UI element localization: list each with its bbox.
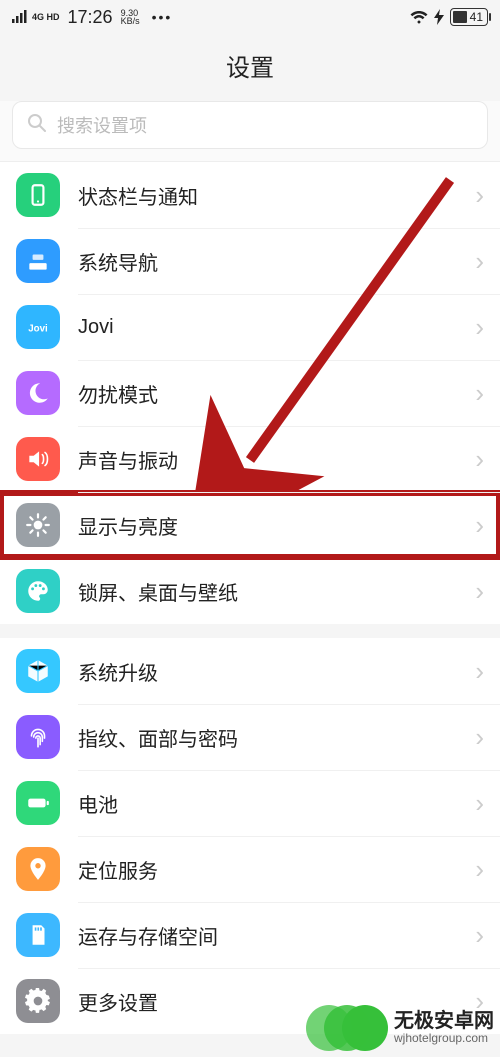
- svg-text:Jovi: Jovi: [28, 323, 48, 334]
- status-bar: 4G HD 17:26 9.30 KB/s ••• 41: [0, 0, 500, 34]
- notify-icon: [16, 173, 60, 217]
- watermark-logo-icon: [342, 1005, 388, 1051]
- row-display[interactable]: 显示与亮度›: [0, 492, 500, 558]
- status-left: 4G HD 17:26 9.30 KB/s •••: [12, 7, 172, 28]
- row-label: 指纹、面部与密码: [78, 723, 475, 752]
- chevron-right-icon: ›: [475, 788, 484, 819]
- chevron-right-icon: ›: [475, 854, 484, 885]
- chevron-right-icon: ›: [475, 180, 484, 211]
- chevron-right-icon: ›: [475, 510, 484, 541]
- row-dnd[interactable]: 勿扰模式›: [0, 360, 500, 426]
- row-upgrade[interactable]: 系统升级›: [0, 638, 500, 704]
- watermark-sub: wjhotelgroup.com: [394, 1032, 494, 1045]
- row-label: 系统导航: [78, 247, 475, 276]
- signal-icon: [12, 9, 28, 26]
- row-nav[interactable]: 系统导航›: [0, 228, 500, 294]
- search-container: 搜索设置项: [0, 101, 500, 162]
- cube-icon: [16, 649, 60, 693]
- watermark: 无极安卓网 wjhotelgroup.com: [342, 1005, 494, 1051]
- row-lock[interactable]: 锁屏、桌面与壁纸›: [0, 558, 500, 624]
- chevron-right-icon: ›: [475, 920, 484, 951]
- row-label: Jovi: [78, 316, 475, 339]
- row-sound[interactable]: 声音与振动›: [0, 426, 500, 492]
- chevron-right-icon: ›: [475, 576, 484, 607]
- settings-list: 状态栏与通知›系统导航›JoviJovi›勿扰模式›声音与振动›显示与亮度›锁屏…: [0, 162, 500, 1034]
- settings-group: 系统升级›指纹、面部与密码›电池›定位服务›运存与存储空间›更多设置›: [0, 638, 500, 1034]
- more-dots-icon: •••: [152, 9, 173, 25]
- row-battery[interactable]: 电池›: [0, 770, 500, 836]
- palette-icon: [16, 569, 60, 613]
- row-storage[interactable]: 运存与存储空间›: [0, 902, 500, 968]
- row-label: 勿扰模式: [78, 379, 475, 408]
- row-location[interactable]: 定位服务›: [0, 836, 500, 902]
- watermark-title: 无极安卓网: [394, 1010, 494, 1032]
- row-label: 定位服务: [78, 855, 475, 884]
- battery-indicator: 41: [450, 8, 488, 26]
- row-label: 声音与振动: [78, 445, 475, 474]
- finger-icon: [16, 715, 60, 759]
- row-label: 运存与存储空间: [78, 921, 475, 950]
- clock: 17:26: [68, 7, 113, 28]
- bright-icon: [16, 503, 60, 547]
- pin-icon: [16, 847, 60, 891]
- chevron-right-icon: ›: [475, 246, 484, 277]
- sd-icon: [16, 913, 60, 957]
- search-input[interactable]: 搜索设置项: [12, 101, 488, 149]
- network-label: 4G HD: [32, 13, 60, 21]
- chevron-right-icon: ›: [475, 312, 484, 343]
- search-icon: [27, 113, 47, 138]
- row-statusbar[interactable]: 状态栏与通知›: [0, 162, 500, 228]
- gear-icon: [16, 979, 60, 1023]
- battery-icon: [16, 781, 60, 825]
- jovi-icon: Jovi: [16, 305, 60, 349]
- speed-bottom: KB/s: [121, 17, 140, 25]
- row-biometric[interactable]: 指纹、面部与密码›: [0, 704, 500, 770]
- sound-icon: [16, 437, 60, 481]
- status-right: 41: [410, 8, 488, 26]
- charging-icon: [434, 9, 444, 25]
- chevron-right-icon: ›: [475, 378, 484, 409]
- chevron-right-icon: ›: [475, 656, 484, 687]
- page-title: 设置: [0, 34, 500, 101]
- moon-icon: [16, 371, 60, 415]
- wifi-icon: [410, 10, 428, 24]
- row-label: 状态栏与通知: [78, 181, 475, 210]
- chevron-right-icon: ›: [475, 722, 484, 753]
- nav-icon: [16, 239, 60, 283]
- row-label: 锁屏、桌面与壁纸: [78, 577, 475, 606]
- chevron-right-icon: ›: [475, 444, 484, 475]
- search-placeholder: 搜索设置项: [57, 112, 147, 138]
- settings-group: 状态栏与通知›系统导航›JoviJovi›勿扰模式›声音与振动›显示与亮度›锁屏…: [0, 162, 500, 624]
- row-label: 显示与亮度: [78, 511, 475, 540]
- row-jovi[interactable]: JoviJovi›: [0, 294, 500, 360]
- row-label: 系统升级: [78, 657, 475, 686]
- row-label: 电池: [78, 789, 475, 818]
- battery-percent: 41: [470, 10, 483, 24]
